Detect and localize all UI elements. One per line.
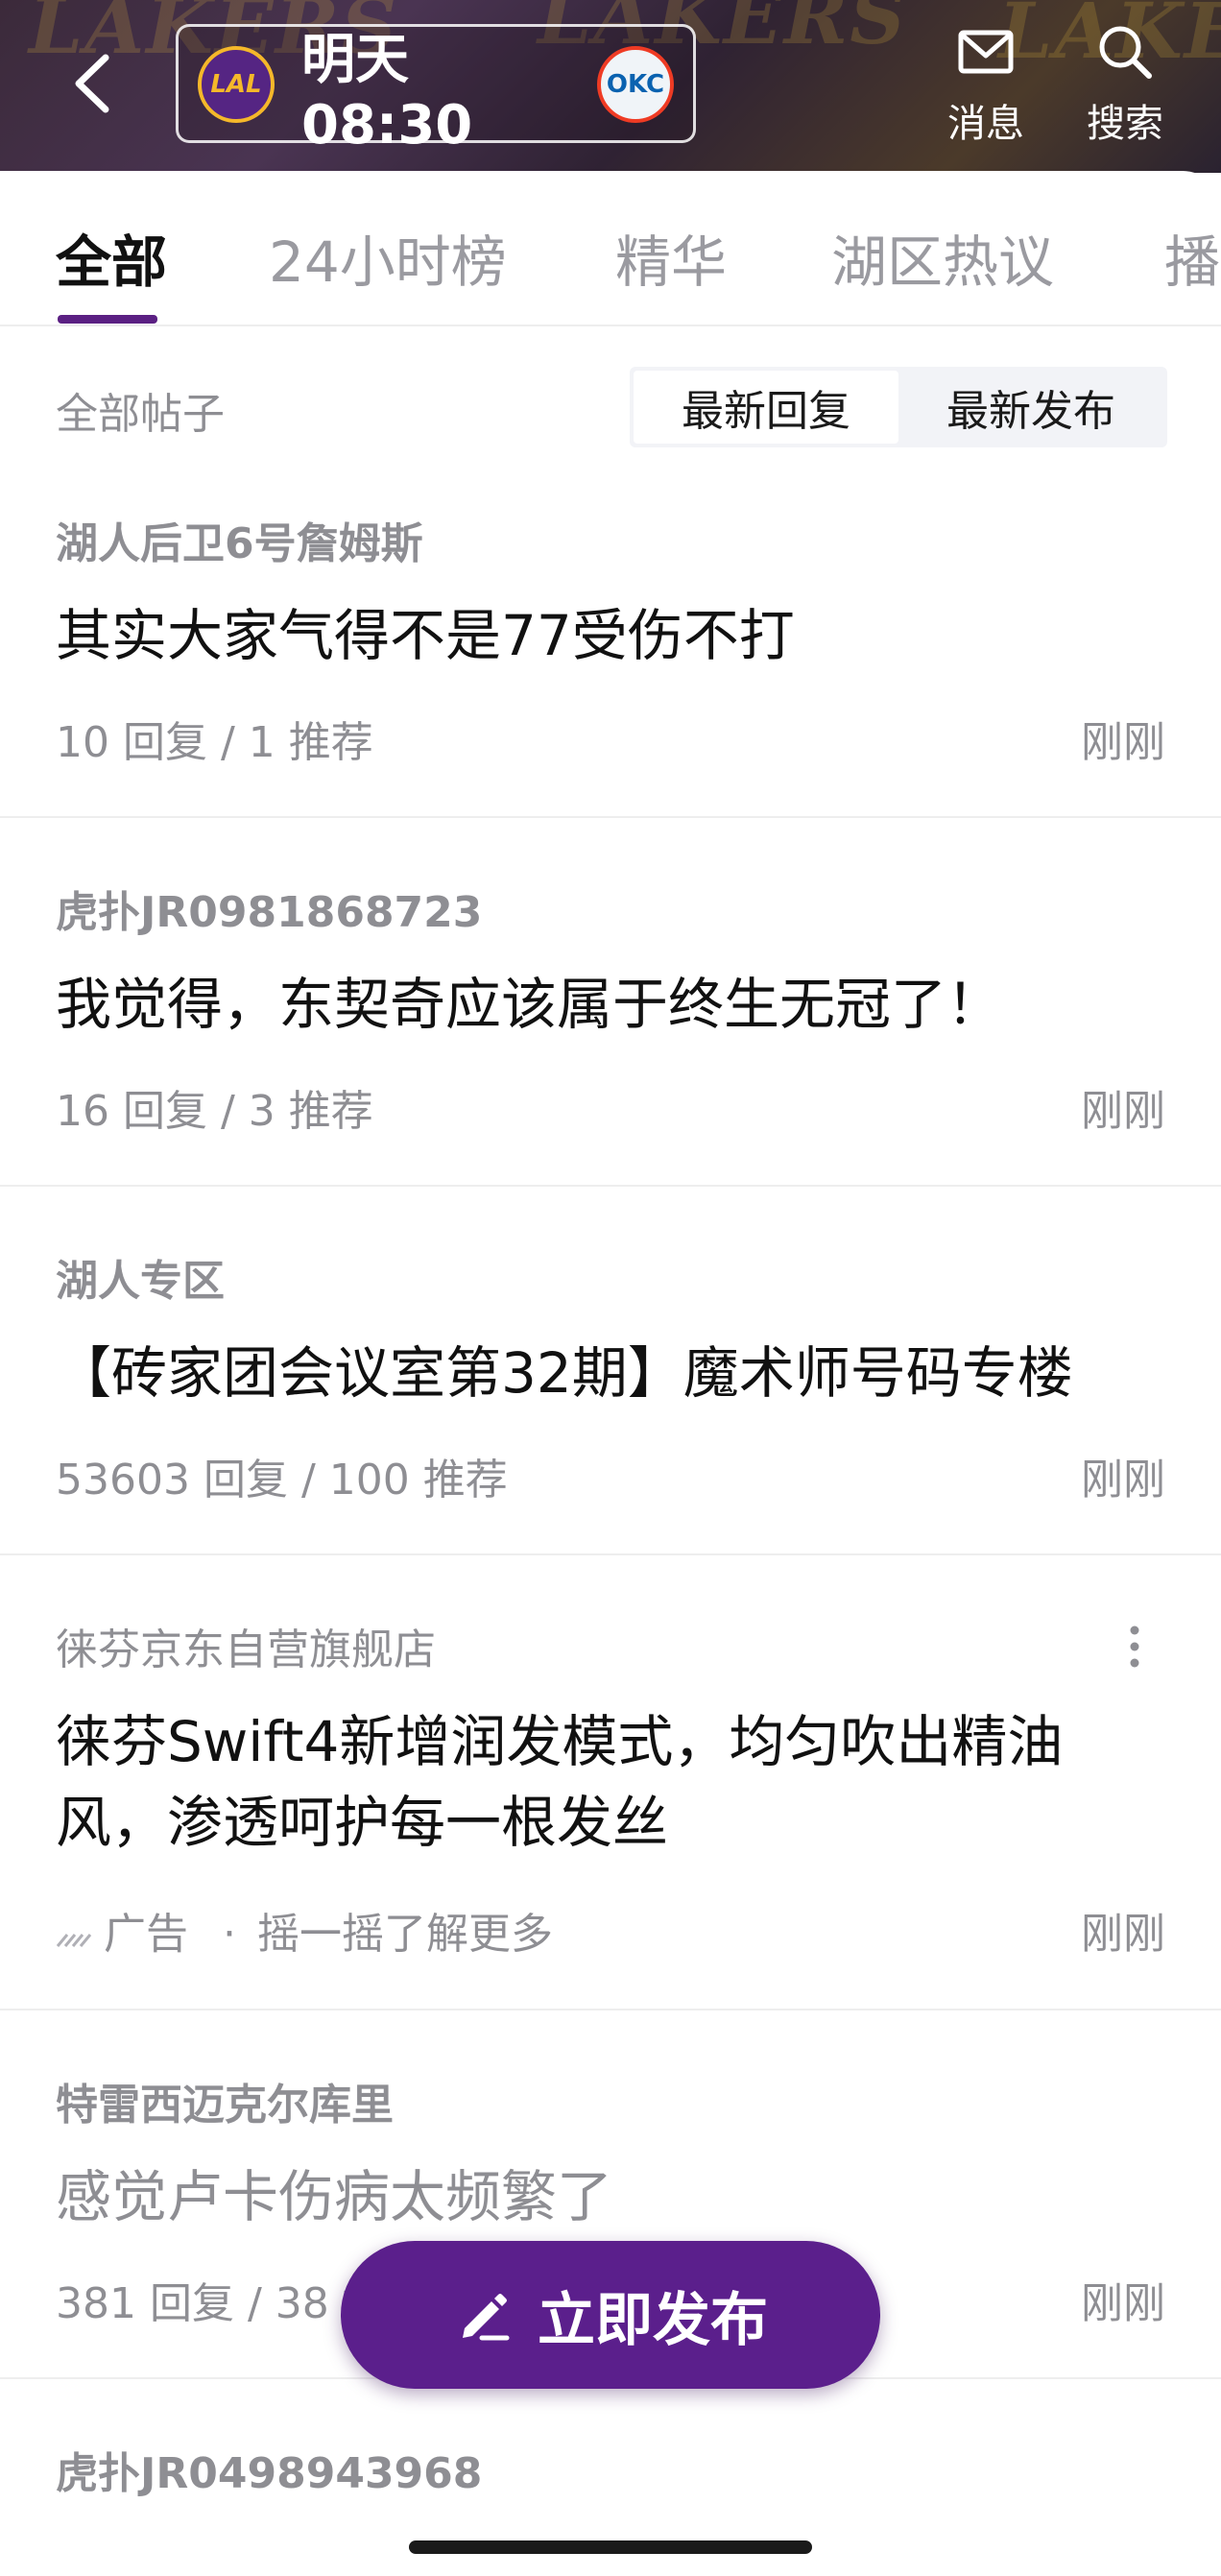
game-time: 明天08:30	[301, 29, 473, 156]
ad-title[interactable]: 徕芬Swift4新增润发模式，均匀吹出精油风，渗透呵护每一根发丝	[56, 1701, 1163, 1863]
publish-label: 立即发布	[538, 2286, 768, 2354]
ad-separator: ·	[223, 1910, 236, 1959]
post-time: 刚刚	[1081, 1087, 1165, 1136]
tab-all[interactable]: 全部	[56, 217, 167, 298]
post-item[interactable]: 湖人后卫6号詹姆斯 其实大家气得不是77受伤不打 10 回复 / 1 推荐 刚刚	[0, 480, 1221, 818]
publish-button[interactable]: 立即发布	[341, 2241, 880, 2389]
mail-icon	[958, 30, 1014, 74]
post-stats: 16 回复 / 3 推荐	[56, 1087, 373, 1136]
messages-button[interactable]: 消息	[933, 21, 1039, 146]
post-stats: 381 回复 / 38 推	[56, 2279, 385, 2328]
post-author[interactable]: 虎扑JR0981868723	[56, 878, 482, 939]
sort-latest-reply-button[interactable]: 最新回复	[634, 371, 898, 444]
post-title[interactable]: 其实大家气得不是77受伤不打	[56, 595, 1173, 676]
post-author[interactable]: 湖人专区	[56, 1246, 225, 1308]
post-item[interactable]: 湖人专区 【砖家团会议室第32期】魔术师号码专楼 53603 回复 / 100 …	[0, 1187, 1221, 1555]
lakers-logo-icon: LAL	[198, 46, 275, 123]
post-stats: 10 回复 / 1 推荐	[56, 718, 373, 767]
ad-advertiser[interactable]: 徕芬京东自营旗舰店	[56, 1615, 436, 1676]
ad-label: 广告	[104, 1910, 188, 1959]
back-button[interactable]	[65, 50, 123, 117]
game-header: LAKERS LAKERS LAKERS LAL 明天08:30 OKC 消息 …	[0, 0, 1221, 173]
tab-broadcast[interactable]: 播	[1164, 217, 1220, 298]
post-title[interactable]: 我觉得，东契奇应该属于终生无冠了！	[56, 964, 1173, 1045]
post-time: 刚刚	[1081, 1456, 1165, 1505]
ad-meta: 广告 · 摇一摇了解更多	[56, 1899, 553, 1961]
search-button[interactable]: 搜索	[1072, 21, 1178, 146]
all-posts-label: 全部帖子	[56, 390, 225, 439]
ad-post-item[interactable]: 徕芬京东自营旗舰店 徕芬Swift4新增润发模式，均匀吹出精油风，渗透呵护每一根…	[0, 1555, 1221, 2010]
search-label: 搜索	[1087, 102, 1163, 146]
post-time: 刚刚	[1081, 718, 1165, 767]
post-stats: 53603 回复 / 100 推荐	[56, 1456, 508, 1505]
active-tab-indicator	[58, 315, 157, 324]
chevron-left-icon	[75, 54, 109, 113]
home-team-abbr: LAL	[210, 70, 262, 99]
sort-latest-post-button[interactable]: 最新发布	[898, 371, 1163, 444]
sort-toggle: 最新回复 最新发布	[630, 367, 1167, 447]
pencil-icon	[463, 2294, 510, 2341]
away-team-abbr: OKC	[606, 70, 665, 99]
post-author[interactable]: 虎扑JR0498943968	[56, 2439, 482, 2500]
post-time: 刚刚	[1081, 2279, 1165, 2328]
search-icon	[1099, 26, 1152, 79]
post-title[interactable]: 【砖家团会议室第32期】魔术师号码专楼	[56, 1333, 1173, 1413]
ad-shake-cta: 摇一摇了解更多	[257, 1910, 553, 1959]
tab-featured[interactable]: 精华	[615, 217, 727, 298]
post-time: 刚刚	[1081, 1910, 1165, 1959]
messages-label: 消息	[947, 102, 1024, 146]
tab-bar: 全部 24小时榜 精华 湖区热议 播	[0, 171, 1221, 326]
tab-lakers-hot[interactable]: 湖区热议	[831, 217, 1054, 298]
tab-24h-ranking[interactable]: 24小时榜	[269, 217, 507, 298]
home-indicator[interactable]	[409, 2540, 812, 2554]
thunder-logo-icon: OKC	[597, 46, 674, 123]
post-author[interactable]: 特雷西迈克尔库里	[56, 2070, 394, 2131]
game-info-card[interactable]: LAL 明天08:30 OKC	[176, 24, 696, 156]
post-title[interactable]: 感觉卢卡伤病太频繁了	[56, 2156, 1173, 2237]
more-options-icon[interactable]	[1125, 1623, 1144, 1671]
ad-badge-icon	[56, 1934, 92, 1947]
post-author[interactable]: 湖人后卫6号詹姆斯	[56, 509, 423, 570]
post-item[interactable]: 虎扑JR0981868723 我觉得，东契奇应该属于终生无冠了！ 16 回复 /…	[0, 818, 1221, 1187]
